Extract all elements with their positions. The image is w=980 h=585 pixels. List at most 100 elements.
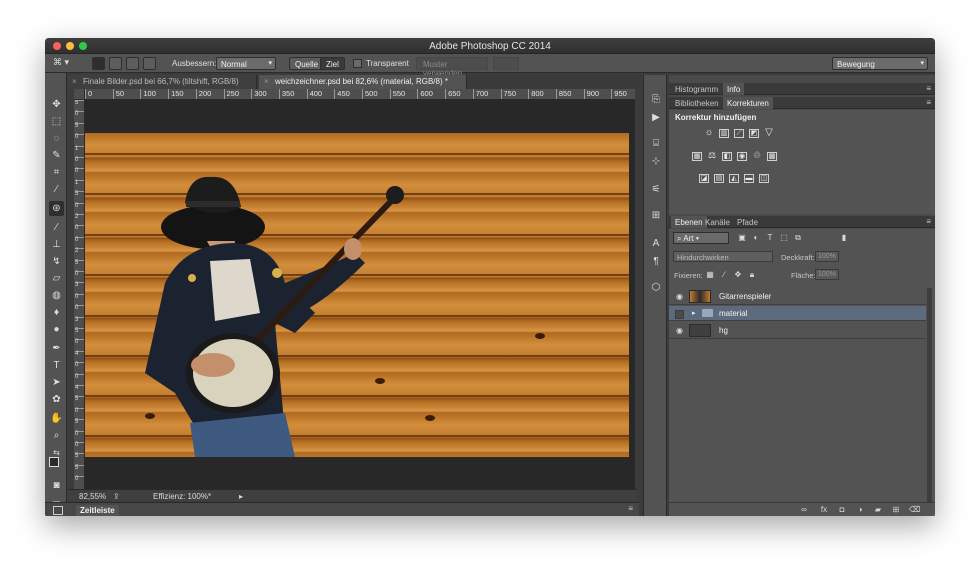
color-balance-icon[interactable]: ⚖ [707, 151, 717, 161]
tab-pfade[interactable]: Pfade [733, 216, 762, 228]
paragraph-panel-icon[interactable]: ¶ [649, 255, 663, 269]
tab-finale-bilder[interactable]: × Finale Bilder.psd bei 66,7% (tiltshift… [67, 75, 257, 89]
quelle-button[interactable]: Quelle [289, 57, 325, 70]
tab-info[interactable]: Info [723, 83, 745, 95]
close-tab-icon[interactable]: × [264, 77, 269, 86]
opacity-input[interactable]: 100% [815, 251, 839, 262]
layer-filter-select[interactable]: ⌕ Art ▾ [673, 232, 729, 244]
crop-tool-icon[interactable]: ⌗ [49, 165, 64, 180]
canvas-area[interactable] [85, 100, 635, 489]
intersect-selection-button[interactable] [143, 57, 156, 70]
new-layer-icon[interactable]: ⊞ [891, 505, 901, 515]
clone-source-icon[interactable]: ⊹ [649, 155, 663, 169]
adjustment-layer-icon[interactable]: ◑ [855, 505, 865, 515]
character-panel-icon[interactable]: A [649, 237, 663, 251]
foreground-color-swatch[interactable] [49, 457, 59, 467]
tool-presets-icon[interactable]: ⊞ [649, 209, 663, 223]
dodge-tool-icon[interactable]: ● [49, 322, 64, 337]
quick-mask-icon[interactable]: ◙ [49, 478, 64, 493]
filter-smart-object-icon[interactable]: ⧉ [793, 233, 803, 243]
filter-shape-icon[interactable]: ⬚ [779, 233, 789, 243]
close-tab-icon[interactable]: × [72, 77, 77, 86]
panel-menu-icon[interactable]: ≡ [926, 84, 931, 93]
gradient-tool-icon[interactable]: ◍ [49, 288, 64, 303]
patch-tool-icon[interactable]: ⊛ [49, 201, 64, 216]
visibility-eye-icon[interactable]: ◉ [675, 326, 684, 335]
marquee-tool-icon[interactable]: ⬚ [49, 114, 64, 129]
status-menu-arrow-icon[interactable]: ▸ [239, 492, 243, 501]
layer-row-gitarrenspieler[interactable]: ◉ Gitarrenspieler [669, 288, 926, 305]
lock-pixels-icon[interactable]: ∕ [719, 270, 729, 280]
tab-korrekturen[interactable]: Korrekturen [723, 97, 773, 109]
visibility-toggle-off[interactable] [675, 310, 684, 319]
history-panel-icon[interactable]: ⎘ [649, 93, 663, 107]
filter-pixel-icon[interactable]: ▣ [737, 233, 747, 243]
new-selection-button[interactable] [92, 57, 105, 70]
group-expand-arrow-icon[interactable]: ▸ [692, 309, 696, 317]
tab-bibliotheken[interactable]: Bibliotheken [671, 97, 723, 109]
black-white-icon[interactable]: ◧ [722, 152, 732, 161]
filter-type-icon[interactable]: T [765, 233, 775, 243]
timeline-tab[interactable]: Zeitleiste [76, 505, 119, 516]
export-icon[interactable]: ⇪ [113, 492, 120, 501]
levels-icon[interactable]: ▥ [719, 129, 729, 138]
panel-menu-icon[interactable]: ≡ [926, 217, 931, 226]
layers-scrollbar[interactable] [927, 288, 932, 508]
invert-icon[interactable]: ◪ [699, 174, 709, 183]
exposure-icon[interactable]: ◩ [749, 129, 759, 138]
history-brush-tool-icon[interactable]: ↯ [49, 254, 64, 269]
timeline-panel-icon[interactable] [53, 506, 63, 515]
hand-tool-icon[interactable]: ✋ [49, 411, 64, 426]
layer-style-icon[interactable]: fx [819, 505, 829, 515]
threshold-icon[interactable]: ◭ [729, 174, 739, 183]
new-group-icon[interactable]: ▰ [873, 505, 883, 515]
hue-saturation-icon[interactable]: ▦ [692, 152, 702, 161]
layer-row-material[interactable]: ▸ material [669, 306, 926, 321]
pen-tool-icon[interactable]: ✒ [49, 341, 64, 356]
stamp-tool-icon[interactable]: ⊥ [49, 237, 64, 252]
zoom-tool-icon[interactable]: ⌕ [49, 428, 64, 443]
tool-preset-picker[interactable]: ⌘ ▾ [53, 57, 83, 70]
visibility-eye-icon[interactable]: ◉ [675, 292, 684, 301]
muster-verwenden-button[interactable]: Muster verwenden [416, 57, 488, 78]
fill-input[interactable]: 100% [815, 269, 839, 280]
brightness-icon[interactable]: ☼ [704, 128, 714, 138]
panel-menu-icon[interactable]: ≡ [926, 98, 931, 107]
gradient-map-icon[interactable]: ▬ [744, 174, 754, 183]
link-layers-icon[interactable]: ∞ [799, 505, 809, 515]
type-tool-icon[interactable]: T [49, 358, 64, 373]
subtract-selection-button[interactable] [126, 57, 139, 70]
tab-kanaele[interactable]: Kanäle [701, 216, 734, 228]
timeline-menu-icon[interactable]: ≡ [628, 504, 633, 513]
lock-position-icon[interactable]: ✥ [733, 270, 743, 280]
brush-tool-icon[interactable]: ∕ [49, 220, 64, 235]
photo-filter-icon[interactable]: ◉ [737, 152, 747, 161]
add-selection-button[interactable] [109, 57, 122, 70]
blend-mode-select[interactable]: Hindurchwirken [673, 251, 773, 262]
lasso-tool-icon[interactable]: ◌ [49, 131, 64, 146]
filter-adjustment-icon[interactable]: ◐ [751, 233, 761, 243]
ziel-button[interactable]: Ziel [320, 57, 345, 70]
selective-color-icon[interactable]: ◫ [759, 174, 769, 183]
move-tool-icon[interactable]: ✥ [49, 97, 64, 112]
tab-histogramm[interactable]: Histogramm [671, 83, 722, 95]
actions-panel-icon[interactable]: ▶ [649, 111, 663, 125]
pattern-picker[interactable] [493, 57, 519, 70]
efficiency-info[interactable]: Effizienz: 100%* [153, 492, 211, 501]
eraser-tool-icon[interactable]: ▱ [49, 271, 64, 286]
path-select-tool-icon[interactable]: ➤ [49, 375, 64, 390]
patch-mode-select[interactable]: Normal [216, 57, 276, 70]
3d-panel-icon[interactable]: ⬡ [649, 281, 663, 295]
lock-transparency-icon[interactable]: ▦ [705, 270, 715, 280]
transparent-checkbox[interactable] [353, 59, 362, 68]
zoom-level[interactable]: 82,55% [79, 492, 106, 501]
channel-mixer-icon[interactable]: ♲ [752, 151, 762, 161]
blur-tool-icon[interactable]: ♦ [49, 305, 64, 320]
color-lookup-icon[interactable]: ▩ [767, 152, 777, 161]
tab-weichzeichner[interactable]: × weichzeichner.psd bei 82,6% (material,… [259, 75, 467, 89]
filter-toggle-icon[interactable]: ▮ [839, 233, 849, 243]
vibrance-icon[interactable]: ▽ [764, 128, 774, 138]
curves-icon[interactable]: ⟋ [734, 129, 744, 138]
delete-layer-icon[interactable]: ⌫ [909, 505, 920, 515]
posterize-icon[interactable]: ▤ [714, 174, 724, 183]
